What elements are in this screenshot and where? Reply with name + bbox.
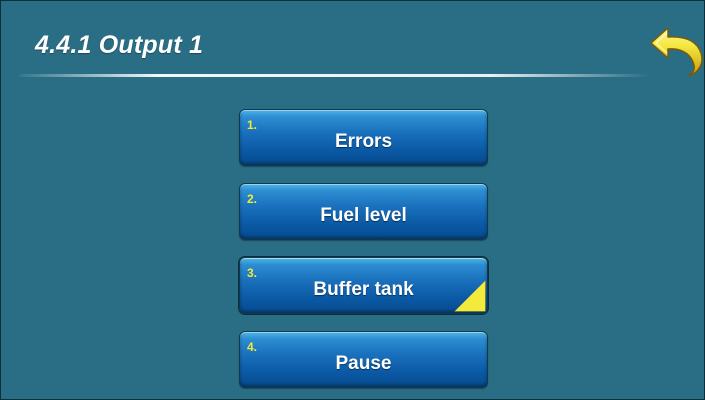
- menu-item-number: 3.: [247, 266, 258, 280]
- back-button[interactable]: [646, 23, 704, 77]
- menu-button-buffer-tank[interactable]: 3. Buffer tank: [239, 257, 488, 314]
- screen: 4.4.1 Output 1 1. Errors 2. Fuel level 3…: [0, 0, 705, 400]
- menu-item-number: 2.: [247, 192, 258, 206]
- menu-item-label: Pause: [335, 353, 392, 374]
- menu-item-label: Buffer tank: [313, 279, 414, 300]
- back-arrow-icon: [650, 27, 703, 77]
- selected-corner-marker: [455, 281, 485, 311]
- page-title: 4.4.1 Output 1: [35, 31, 204, 59]
- menu-item-number: 1.: [247, 118, 258, 132]
- menu-item-label: Fuel level: [320, 205, 407, 226]
- menu-item-number: 4.: [247, 340, 258, 354]
- title-underline: [19, 74, 649, 77]
- menu-item-label: Errors: [334, 131, 393, 152]
- menu-button-errors[interactable]: 1. Errors: [239, 109, 488, 166]
- menu-button-pause[interactable]: 4. Pause: [239, 331, 488, 388]
- menu-button-fuel-level[interactable]: 2. Fuel level: [239, 183, 488, 240]
- menu-list: 1. Errors 2. Fuel level 3. Buffer tank 4…: [239, 109, 488, 388]
